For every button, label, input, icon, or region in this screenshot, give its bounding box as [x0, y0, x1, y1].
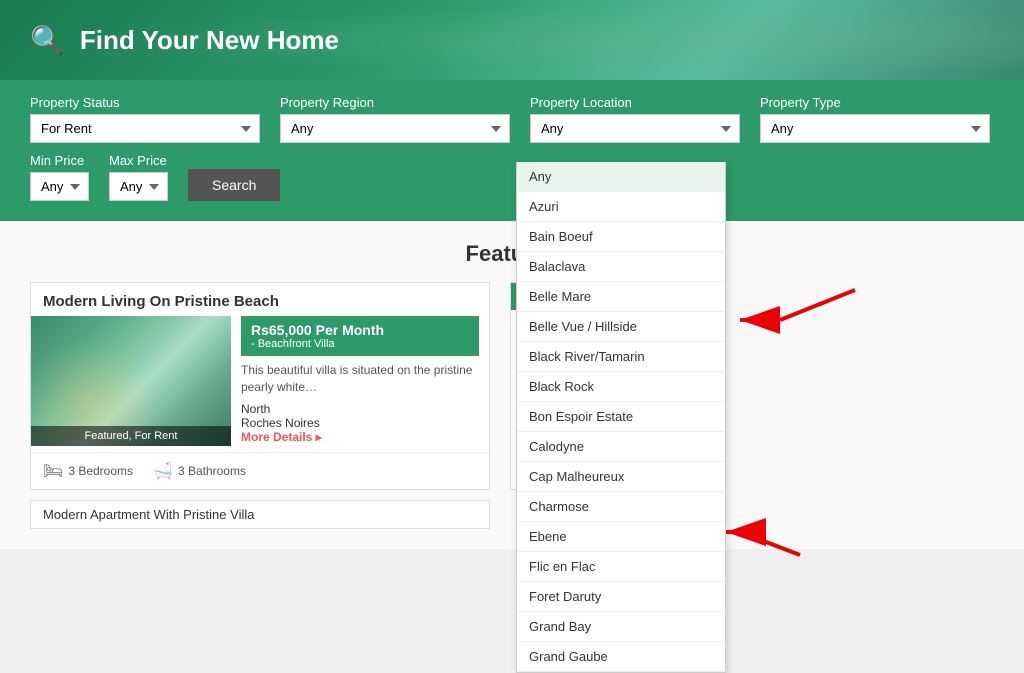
- dropdown-item-ebene[interactable]: Ebene: [517, 522, 725, 552]
- property-region-label: Property Region: [280, 95, 510, 110]
- card1-description: This beautiful villa is situated on the …: [241, 362, 479, 396]
- search-icon: 🔍: [30, 24, 65, 57]
- dropdown-item-black-river[interactable]: Black River/Tamarin: [517, 342, 725, 372]
- property-region-field: Property Region Any North South East Wes…: [280, 95, 510, 143]
- min-price-label: Min Price: [30, 153, 89, 168]
- dropdown-item-any[interactable]: Any: [517, 162, 725, 192]
- min-price-field: Min Price Any: [30, 153, 89, 201]
- card1-body: Featured, For Rent Rs65,000 Per Month - …: [31, 316, 489, 452]
- card1-bathrooms-label: 3 Bathrooms: [178, 464, 246, 478]
- card1-badge: Featured, For Rent: [31, 426, 231, 446]
- property-status-field: Property Status For Rent For Sale: [30, 95, 260, 143]
- header-content: 🔍 Find Your New Home: [30, 24, 339, 57]
- search-row-top: Property Status For Rent For Sale Proper…: [30, 95, 994, 143]
- dropdown-item-belle-vue[interactable]: Belle Vue / Hillside: [517, 312, 725, 342]
- property-region-select[interactable]: Any North South East West: [280, 114, 510, 143]
- more-details-arrow-icon: ▸: [316, 430, 322, 444]
- dropdown-item-charmose[interactable]: Charmose: [517, 492, 725, 522]
- dropdown-item-flic-en-flac[interactable]: Flic en Flac: [517, 552, 725, 582]
- card1-price-banner: Rs65,000 Per Month - Beachfront Villa: [241, 316, 479, 356]
- max-price-select[interactable]: Any: [109, 172, 168, 201]
- main-content: Featured Modern Living On Pristine Beach…: [0, 221, 1024, 549]
- dropdown-item-belle-mare[interactable]: Belle Mare: [517, 282, 725, 312]
- header-title: Find Your New Home: [80, 25, 339, 56]
- dropdown-item-black-rock[interactable]: Black Rock: [517, 372, 725, 402]
- card1-region: North: [241, 402, 479, 416]
- card1-title: Modern Living On Pristine Beach: [31, 283, 489, 316]
- card1-bedrooms-label: 3 Bedrooms: [68, 464, 133, 478]
- dropdown-item-grand-gaube[interactable]: Grand Gaube: [517, 642, 725, 672]
- dropdown-item-bon-espoir[interactable]: Bon Espoir Estate: [517, 402, 725, 432]
- bottom-card-title: Modern Apartment With Pristine Villa: [43, 507, 254, 522]
- dropdown-item-grand-bay[interactable]: Grand Bay: [517, 612, 725, 642]
- dropdown-item-bain-boeuf[interactable]: Bain Boeuf: [517, 222, 725, 252]
- property-location-field: Property Location Any: [530, 95, 740, 143]
- dropdown-item-cap-malheureux[interactable]: Cap Malheureux: [517, 462, 725, 492]
- card1-bathrooms: 🛁 3 Bathrooms: [153, 461, 246, 481]
- header: 🔍 Find Your New Home: [0, 0, 1024, 80]
- featured-title: Featured: [30, 241, 994, 267]
- card1-more-details[interactable]: More Details ▸: [241, 430, 479, 444]
- dropdown-item-balaclava[interactable]: Balaclava: [517, 252, 725, 282]
- cards-row: Modern Living On Pristine Beach Featured…: [30, 282, 994, 490]
- property-type-label: Property Type: [760, 95, 990, 110]
- dropdown-item-calodyne[interactable]: Calodyne: [517, 432, 725, 462]
- card1-subtitle: - Beachfront Villa: [251, 338, 469, 350]
- dropdown-item-foret-daruty[interactable]: Foret Daruty: [517, 582, 725, 612]
- property-location-label: Property Location: [530, 95, 740, 110]
- search-row-bottom: Min Price Any Max Price Any Search: [30, 153, 994, 201]
- card1-image: Featured, For Rent: [31, 316, 231, 446]
- max-price-label: Max Price: [109, 153, 168, 168]
- search-button[interactable]: Search: [188, 169, 280, 201]
- property-type-select[interactable]: Any Villa Apartment House: [760, 114, 990, 143]
- property-status-label: Property Status: [30, 95, 260, 110]
- bed-icon: 🛏: [43, 461, 63, 481]
- property-status-select[interactable]: For Rent For Sale: [30, 114, 260, 143]
- max-price-field: Max Price Any: [109, 153, 168, 201]
- min-price-select[interactable]: Any: [30, 172, 89, 201]
- property-location-select[interactable]: Any: [530, 114, 740, 143]
- card1-info: Rs65,000 Per Month - Beachfront Villa Th…: [231, 316, 489, 452]
- bottom-card-hint: Modern Apartment With Pristine Villa: [30, 500, 490, 529]
- property-card-1: Modern Living On Pristine Beach Featured…: [30, 282, 490, 490]
- dropdown-item-azuri[interactable]: Azuri: [517, 192, 725, 222]
- card1-location: Roches Noires: [241, 416, 479, 430]
- card1-footer: 🛏 3 Bedrooms 🛁 3 Bathrooms: [31, 452, 489, 489]
- card1-price: Rs65,000 Per Month: [251, 322, 469, 338]
- location-dropdown[interactable]: Any Azuri Bain Boeuf Balaclava Belle Mar…: [516, 162, 726, 673]
- bath-icon: 🛁: [153, 461, 173, 481]
- card1-bedrooms: 🛏 3 Bedrooms: [43, 461, 133, 481]
- search-bar: Property Status For Rent For Sale Proper…: [0, 80, 1024, 221]
- property-type-field: Property Type Any Villa Apartment House: [760, 95, 990, 143]
